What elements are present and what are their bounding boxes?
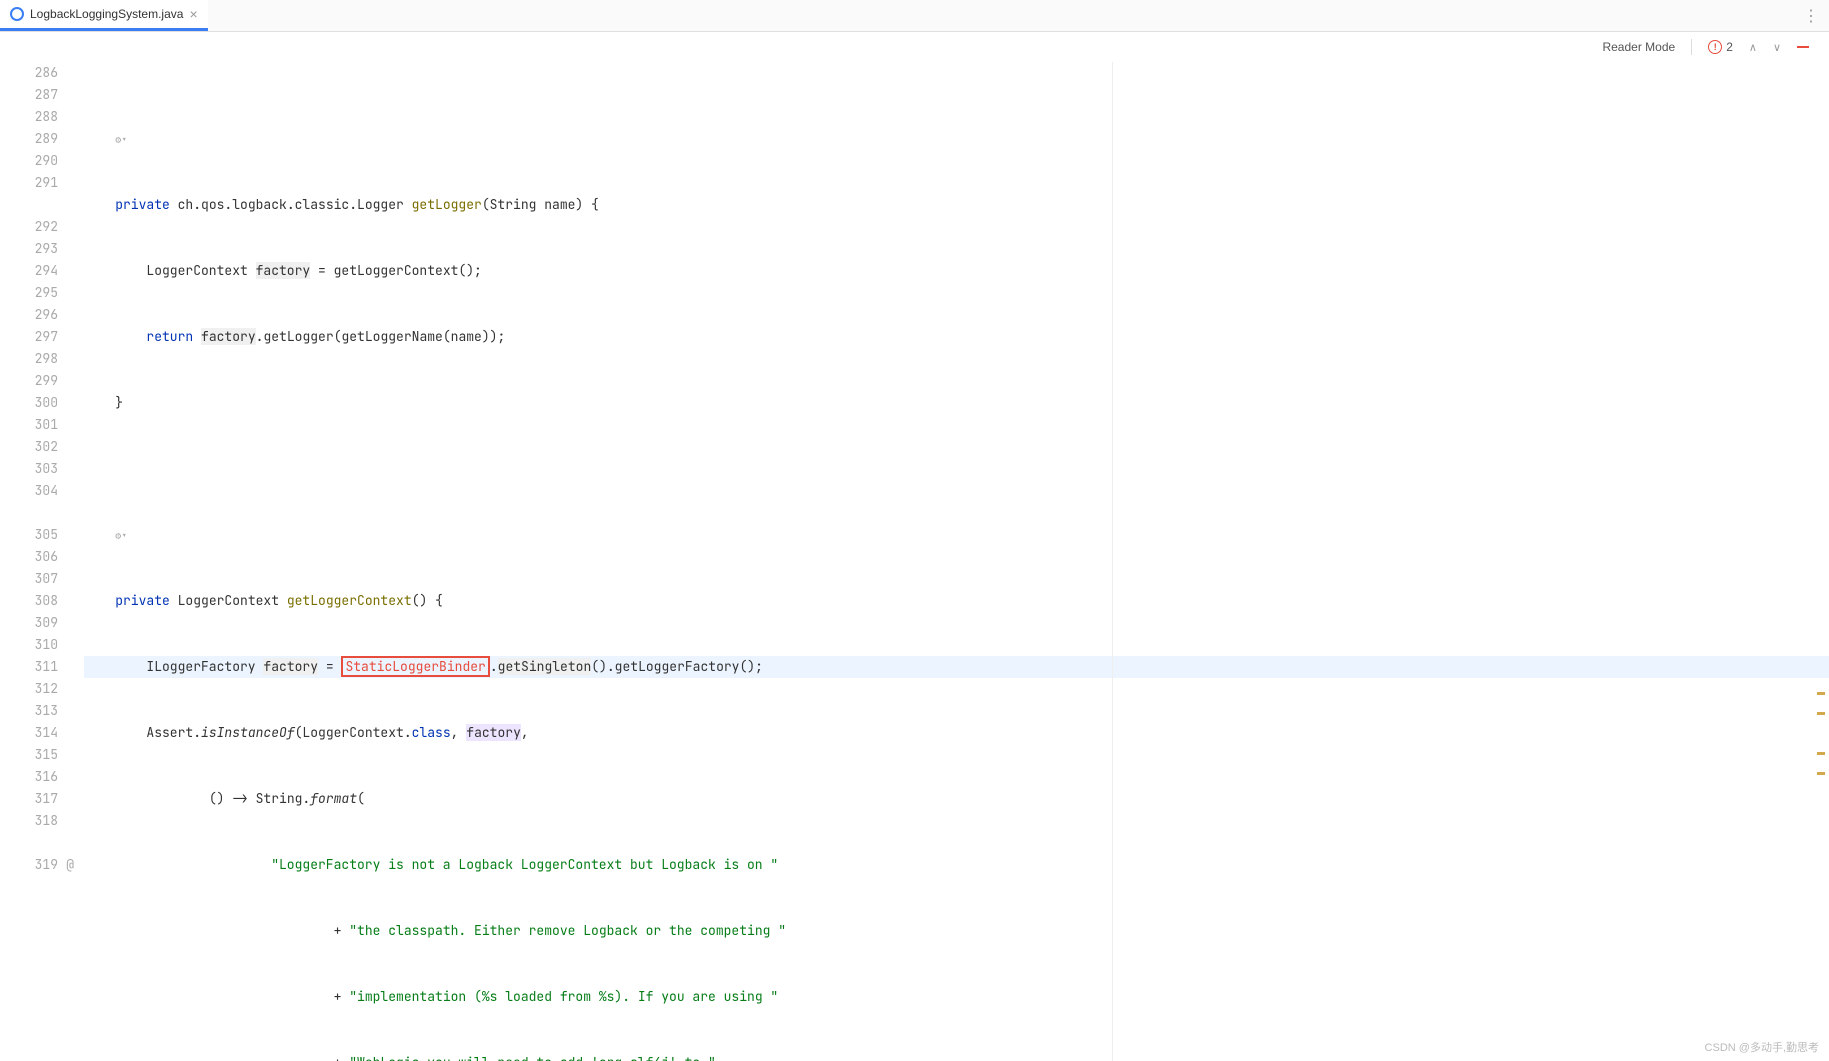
- line-number: 290: [0, 150, 58, 172]
- line-number: 315: [0, 744, 58, 766]
- tab-filename: LogbackLoggingSystem.java: [30, 7, 183, 21]
- line-number: 313: [0, 700, 58, 722]
- error-count: 2: [1726, 40, 1733, 54]
- line-number: 312: [0, 678, 58, 700]
- line-number: 316: [0, 766, 58, 788]
- line-number: 300: [0, 392, 58, 414]
- line-number: 287: [0, 84, 58, 106]
- line-number: 314: [0, 722, 58, 744]
- nav-up-icon[interactable]: ∧: [1749, 41, 1757, 54]
- line-number: 301: [0, 414, 58, 436]
- line-number: 309: [0, 612, 58, 634]
- line-number: 307: [0, 568, 58, 590]
- line-number: [0, 832, 58, 854]
- code-line: + "the classpath. Either remove Logback …: [84, 920, 1829, 942]
- code-line-current: ILoggerFactory factory = StaticLoggerBin…: [84, 656, 1829, 678]
- code-line: ⚙▾: [84, 128, 1829, 150]
- code-line: LoggerContext factory = getLoggerContext…: [84, 260, 1829, 282]
- file-tab[interactable]: LogbackLoggingSystem.java ×: [0, 0, 208, 31]
- line-number: 304: [0, 480, 58, 502]
- code-line: return factory.getLogger(getLoggerName(n…: [84, 326, 1829, 348]
- margin-line: [1112, 62, 1113, 1061]
- code-content[interactable]: ⚙▾ private ch.qos.logback.classic.Logger…: [78, 62, 1829, 1061]
- line-number: 303: [0, 458, 58, 480]
- java-file-icon: [10, 7, 24, 21]
- fold-icon[interactable]: ⚙▾: [115, 525, 127, 547]
- line-number: 317: [0, 788, 58, 810]
- nav-down-icon[interactable]: ∨: [1773, 41, 1781, 54]
- code-line: () -> String.format(: [84, 788, 1829, 810]
- code-line: private LoggerContext getLoggerContext()…: [84, 590, 1829, 612]
- line-number: 292: [0, 216, 58, 238]
- line-number: 289: [0, 128, 58, 150]
- line-number: [0, 194, 58, 216]
- line-number: 311: [0, 656, 58, 678]
- error-highlight: StaticLoggerBinder: [341, 656, 489, 677]
- line-gutter: 286 287 288 289 290 291 292 293 294 295 …: [0, 62, 78, 1061]
- line-number: 310: [0, 634, 58, 656]
- minimize-icon[interactable]: [1797, 46, 1809, 48]
- line-number: 291: [0, 172, 58, 194]
- line-number: 295: [0, 282, 58, 304]
- minimap-marker[interactable]: [1817, 752, 1825, 755]
- reader-mode-button[interactable]: Reader Mode: [1602, 40, 1675, 54]
- more-icon[interactable]: ⋮: [1803, 6, 1819, 26]
- code-line: Assert.isInstanceOf(LoggerContext.class,…: [84, 722, 1829, 744]
- line-number: 308: [0, 590, 58, 612]
- code-line: ⚙▾: [84, 524, 1829, 546]
- line-number: 302: [0, 436, 58, 458]
- line-number: 288: [0, 106, 58, 128]
- code-line: "LoggerFactory is not a Logback LoggerCo…: [84, 854, 1829, 876]
- line-number: 299: [0, 370, 58, 392]
- line-number: 296: [0, 304, 58, 326]
- fold-icon[interactable]: ⚙▾: [115, 129, 127, 151]
- code-line: private ch.qos.logback.classic.Logger ge…: [84, 194, 1829, 216]
- line-number: 298: [0, 348, 58, 370]
- line-number: [0, 502, 58, 524]
- line-number: 297: [0, 326, 58, 348]
- tabs-bar: LogbackLoggingSystem.java × ⋮: [0, 0, 1829, 32]
- error-indicator[interactable]: ! 2: [1708, 40, 1733, 54]
- code-line: }: [84, 392, 1829, 414]
- code-line: + "WebLogic you will need to add 'org.sl…: [84, 1052, 1829, 1061]
- line-number: 306: [0, 546, 58, 568]
- editor-top-controls: Reader Mode ! 2 ∧ ∨: [0, 32, 1829, 62]
- code-line: [84, 458, 1829, 480]
- line-number: 293: [0, 238, 58, 260]
- line-number: 319@: [0, 854, 58, 876]
- divider: [1691, 39, 1692, 55]
- code-editor[interactable]: 286 287 288 289 290 291 292 293 294 295 …: [0, 62, 1829, 1061]
- line-number: 294: [0, 260, 58, 282]
- code-line: + "implementation (%s loaded from %s). I…: [84, 986, 1829, 1008]
- error-icon: !: [1708, 40, 1722, 54]
- at-icon: @: [66, 854, 74, 876]
- line-number: 305: [0, 524, 58, 546]
- line-number: 318: [0, 810, 58, 832]
- minimap-marker[interactable]: [1817, 712, 1825, 715]
- close-icon[interactable]: ×: [189, 6, 197, 22]
- minimap-marker[interactable]: [1817, 692, 1825, 695]
- line-number: 286: [0, 62, 58, 84]
- minimap-marker[interactable]: [1817, 772, 1825, 775]
- watermark: CSDN @多动手,勤思考: [1705, 1039, 1819, 1055]
